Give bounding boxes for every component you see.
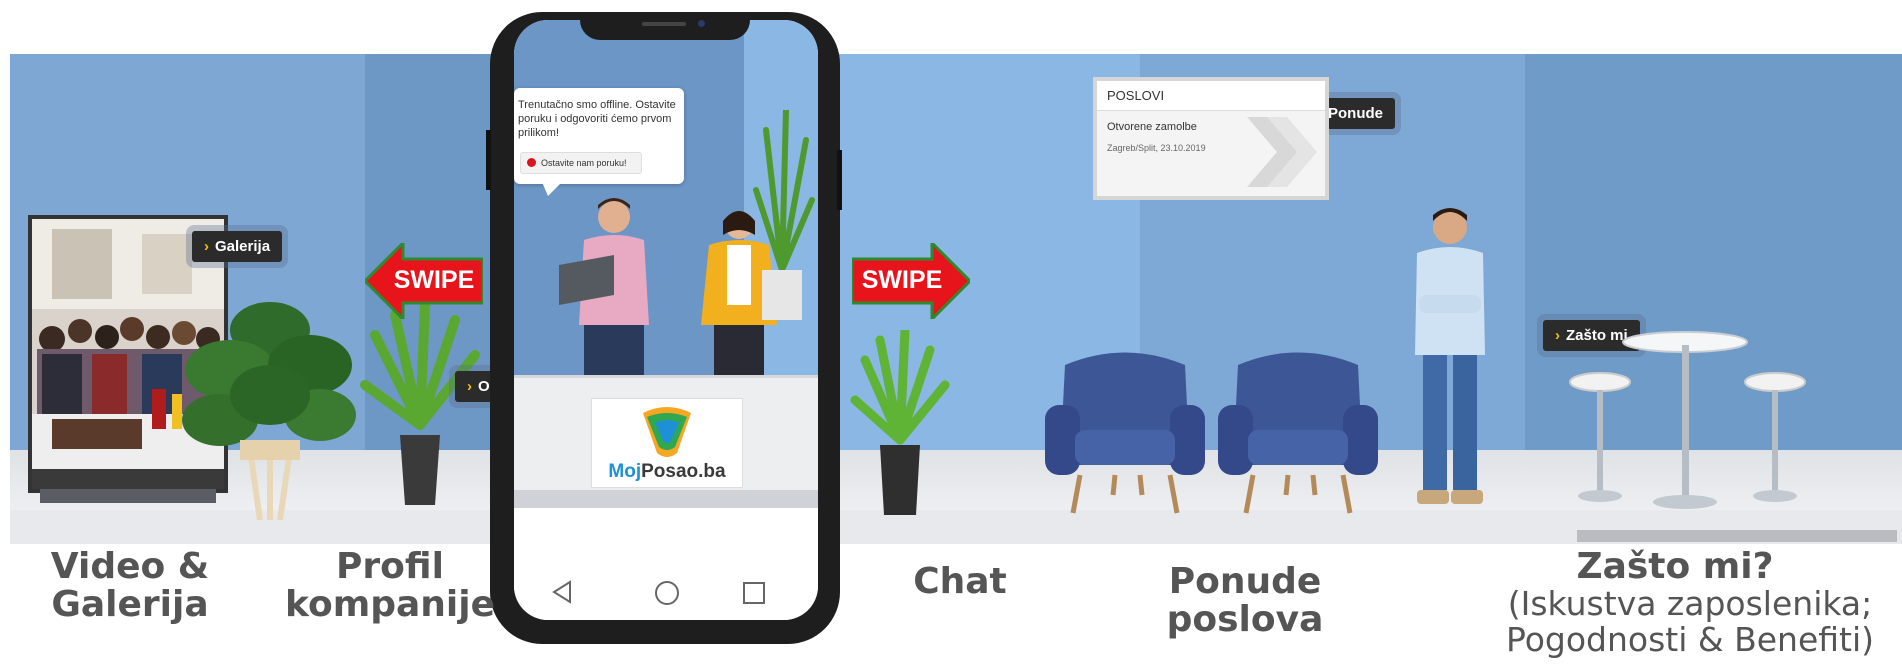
phone-camera — [698, 20, 705, 27]
caption-profil-kompanije: Profil kompanije — [285, 548, 495, 624]
caption-ponude-line1: Ponude — [1168, 561, 1322, 602]
chat-leave-message-button[interactable]: Ostavite nam poruku! — [520, 152, 642, 174]
caption-ponude-line2: poslova — [1166, 599, 1324, 640]
chevron-right-icon: › — [204, 238, 209, 255]
phone-volume-button[interactable] — [486, 130, 491, 190]
caption-zasto-mi: Zašto mi? — [1576, 546, 1774, 587]
chat-offline-message: Trenutačno smo offline. Ostavite poruku … — [518, 99, 676, 139]
chevrons-decoration — [1247, 117, 1317, 187]
job-card-title[interactable]: Otvorene zamolbe — [1107, 121, 1197, 133]
job-offers-card[interactable]: POSLOVI Otvorene zamolbe Zagreb/Split, 2… — [1093, 77, 1329, 200]
phone-screen[interactable]: Trenutačno smo offline. Ostavite poruku … — [514, 20, 818, 620]
phone-notch — [580, 12, 750, 40]
tag-ponude-label: Ponude — [1328, 105, 1383, 122]
mojposao-logo: MojPosao.ba — [591, 398, 743, 488]
tall-plant — [753, 110, 815, 320]
man-with-laptop — [559, 198, 649, 375]
armchair-right — [1218, 352, 1378, 514]
record-dot-icon — [527, 158, 536, 167]
mojposao-logo-mark — [643, 407, 691, 457]
nav-back-icon[interactable] — [550, 580, 574, 604]
nav-home-icon[interactable] — [654, 580, 680, 606]
nav-recents-icon[interactable] — [742, 581, 766, 605]
swipe-right-label: SWIPE — [861, 266, 943, 294]
caption-video-line2: Galerija — [51, 584, 209, 625]
tag-galerija-label: Galerija — [215, 238, 271, 255]
palm-plant-chat — [850, 330, 950, 515]
chevron-right-icon: › — [467, 378, 472, 395]
job-card-subtitle: Zagreb/Split, 23.10.2019 — [1107, 143, 1206, 153]
caption-video-galerija: Video & Galerija — [40, 548, 220, 624]
caption-zasto-details: (Iskustva zaposlenika; Pogodnosti & Bene… — [1480, 586, 1900, 658]
job-card-header: POSLOVI — [1097, 81, 1325, 111]
phone-side-button[interactable] — [837, 150, 842, 210]
caption-profil-line2: kompanije — [285, 584, 496, 625]
armchair-left — [1045, 352, 1205, 514]
swipe-left-label: SWIPE — [393, 266, 475, 294]
palm-plant-left — [360, 300, 480, 505]
caption-ponude-poslova: Ponude poslova — [1155, 563, 1335, 639]
monstera-plant — [182, 302, 356, 520]
caption-profil-line1: Profil — [336, 546, 444, 587]
caption-zasto-line2: Pogodnosti & Benefiti) — [1505, 620, 1875, 659]
caption-video-line1: Video & — [50, 546, 210, 587]
chat-leave-message-label: Ostavite nam poruku! — [541, 158, 627, 168]
chat-bubble-tail — [542, 182, 562, 196]
caption-zasto-line1: (Iskustva zaposlenika; — [1507, 584, 1873, 623]
standing-man — [1415, 208, 1485, 504]
phone-speaker — [642, 22, 686, 26]
chat-bubble: Trenutačno smo offline. Ostavite poruku … — [514, 88, 684, 184]
bar-table-set — [1569, 331, 1806, 509]
tag-galerija[interactable]: › Galerija — [192, 231, 283, 262]
logo-text-posao: Posao.ba — [641, 461, 726, 482]
scroll-indicator[interactable] — [1577, 530, 1897, 542]
caption-chat: Chat — [913, 561, 1007, 602]
mojposao-logo-text: MojPosao.ba — [592, 461, 742, 483]
desk-base — [514, 490, 818, 508]
logo-text-moj: Moj — [608, 461, 642, 482]
